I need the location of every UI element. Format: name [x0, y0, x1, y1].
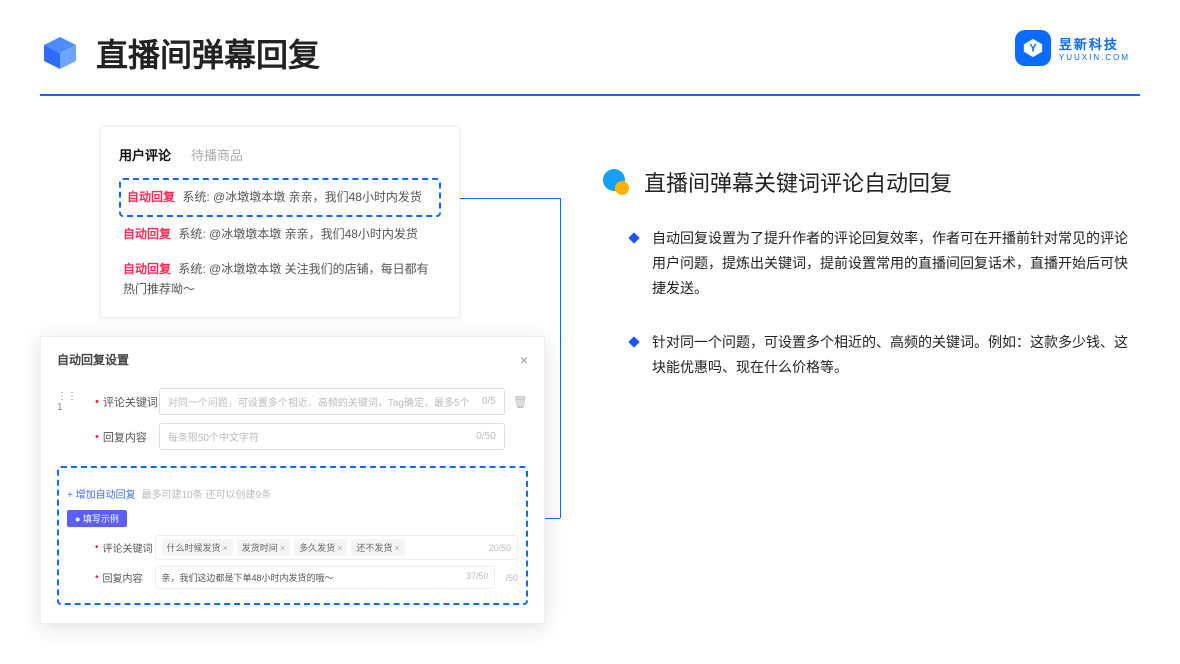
keyword-label: 评论关键词: [103, 394, 159, 410]
section-title: 直播间弹幕关键词评论自动回复: [644, 166, 952, 198]
logo-cube-icon: [40, 33, 80, 73]
dialog-title: 自动回复设置: [57, 351, 129, 368]
comment-row: 自动回复 系统: @冰墩墩本墩 关注我们的店铺，每日都有热门推荐呦～: [119, 252, 441, 306]
tag: 多久发货×: [294, 539, 347, 556]
outer-counter: /50: [505, 573, 518, 583]
bullet-text: 针对同一个问题，可设置多个相近的、高频的关键词。例如：这款多少钱、这块能优惠吗、…: [652, 330, 1140, 380]
tab-pending-goods[interactable]: 待播商品: [191, 145, 243, 164]
comments-panel: 用户评论 待播商品 自动回复 系统: @冰墩墩本墩 亲亲，我们48小时内发货 自…: [100, 126, 460, 318]
placeholder: 对同一个问题，可设置多个相近、高频的关键词，Tag确定，最多5个: [168, 394, 470, 409]
example-badge: ● 填写示例: [67, 510, 127, 527]
auto-reply-label: 自动回复: [127, 190, 175, 204]
ex-content-label: 回复内容: [103, 570, 155, 585]
diamond-icon: [628, 336, 639, 347]
content-label: 回复内容: [103, 429, 159, 445]
delete-icon[interactable]: 🗑: [513, 395, 528, 409]
auto-reply-label: 自动回复: [123, 262, 171, 276]
comment-row-highlighted: 自动回复 系统: @冰墩墩本墩 亲亲，我们48小时内发货: [119, 178, 441, 217]
system-label: 系统:: [178, 262, 205, 276]
system-label: 系统:: [182, 190, 209, 204]
auto-reply-label: 自动回复: [123, 227, 171, 241]
example-tags-input[interactable]: 什么时候发货× 发货时间× 多久发货× 还不发货× 20/50: [155, 535, 518, 560]
tab-user-comments[interactable]: 用户评论: [119, 145, 171, 164]
tag: 什么时候发货×: [162, 539, 233, 556]
add-auto-reply-link[interactable]: + 增加自动回复: [67, 486, 136, 501]
example-keyword-row: • 评论关键词 什么时候发货× 发货时间× 多久发货× 还不发货× 20/50: [67, 535, 518, 560]
counter: 37/50: [466, 571, 489, 584]
comment-row: 自动回复 系统: @冰墩墩本墩 亲亲，我们48小时内发货: [119, 217, 441, 252]
brand-url: YUUXIN.COM: [1059, 53, 1130, 62]
counter: 20/50: [488, 543, 511, 553]
counter: 0/50: [476, 431, 495, 442]
bullet-item: 针对同一个问题，可设置多个相近的、高频的关键词。例如：这款多少钱、这块能优惠吗、…: [630, 330, 1140, 380]
keyword-row: ⋮⋮ 1 • 评论关键词 对同一个问题，可设置多个相近、高频的关键词，Tag确定…: [57, 388, 528, 415]
example-content-value: 亲，我们这边都是下单48小时内发货的哦～: [162, 571, 334, 584]
system-label: 系统:: [178, 227, 205, 241]
connector-line: [460, 198, 560, 199]
bullet-item: 自动回复设置为了提升作者的评论回复效率，作者可在开播前针对常见的评论用户问题，提…: [630, 226, 1140, 302]
svg-text:Y: Y: [1029, 43, 1037, 55]
page-title: 直播间弹幕回复: [96, 30, 320, 76]
counter: 0/5: [482, 396, 496, 407]
comment-text: @冰墩墩本墩 亲亲，我们48小时内发货: [209, 227, 418, 241]
required-dot: •: [95, 396, 99, 408]
section-head: 直播间弹幕关键词评论自动回复: [600, 166, 1140, 198]
chat-bubble-icon: [600, 166, 632, 198]
auto-reply-settings-dialog: 自动回复设置 × ⋮⋮ 1 • 评论关键词 对同一个问题，可设置多个相近、高频的…: [40, 336, 545, 624]
close-icon[interactable]: ×: [520, 352, 528, 368]
content-input[interactable]: 每条限50个中文字符 0/50: [159, 423, 505, 450]
tag: 还不发货×: [351, 539, 404, 556]
required-dot: •: [95, 431, 99, 443]
bullet-text: 自动回复设置为了提升作者的评论回复效率，作者可在开播前针对常见的评论用户问题，提…: [652, 226, 1140, 302]
tag: 发货时间×: [237, 539, 290, 556]
example-content-row: • 回复内容 亲，我们这边都是下单48小时内发货的哦～ 37/50 /50: [67, 566, 518, 589]
right-column: 直播间弹幕关键词评论自动回复 自动回复设置为了提升作者的评论回复效率，作者可在开…: [600, 126, 1140, 408]
example-content-input[interactable]: 亲，我们这边都是下单48小时内发货的哦～ 37/50: [155, 566, 496, 589]
diamond-icon: [628, 232, 639, 243]
bullet-list: 自动回复设置为了提升作者的评论回复效率，作者可在开播前针对常见的评论用户问题，提…: [600, 226, 1140, 380]
example-box: + 增加自动回复 最多可建10条 还可以创建9条 ● 填写示例 • 评论关键词 …: [57, 466, 528, 605]
brand-logo: Y 昱新科技 YUUXIN.COM: [1015, 30, 1130, 66]
ex-keyword-label: 评论关键词: [103, 540, 155, 555]
placeholder: 每条限50个中文字符: [168, 429, 259, 444]
connector-line: [560, 198, 561, 518]
brand-name: 昱新科技: [1059, 34, 1130, 53]
keyword-input[interactable]: 对同一个问题，可设置多个相近、高频的关键词，Tag确定，最多5个 0/5: [159, 388, 505, 415]
content-row: • 回复内容 每条限50个中文字符 0/50 🗑: [57, 423, 528, 450]
brand-icon: Y: [1015, 30, 1051, 66]
tabs: 用户评论 待播商品: [119, 145, 441, 164]
left-column: 用户评论 待播商品 自动回复 系统: @冰墩墩本墩 亲亲，我们48小时内发货 自…: [40, 126, 560, 408]
row-index: ⋮⋮ 1: [57, 391, 77, 413]
add-hint: 最多可建10条 还可以创建9条: [142, 486, 271, 501]
page-header: 直播间弹幕回复: [0, 0, 1180, 86]
comment-text: @冰墩墩本墩 亲亲，我们48小时内发货: [213, 190, 422, 204]
